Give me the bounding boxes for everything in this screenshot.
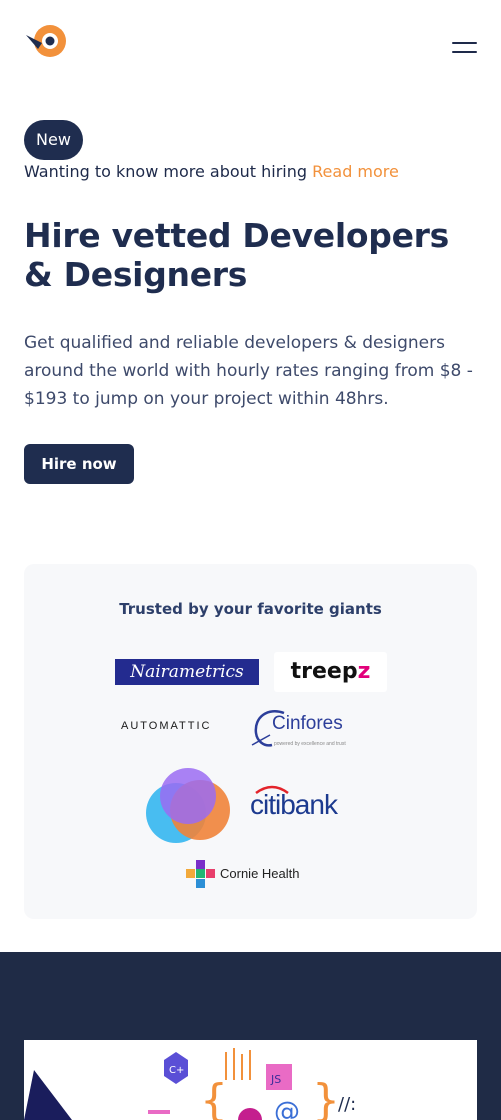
code-illustration: C+ { JS @ } //: — [24, 1040, 477, 1120]
treepz-logo-z: z — [357, 659, 371, 684]
cplus-hex-icon: C+ — [169, 1065, 184, 1076]
page-title: Hire vetted Developers & Designers — [24, 216, 449, 294]
cornie-health-logo: Cornie Health — [186, 860, 316, 888]
hamburger-menu-icon[interactable] — [450, 32, 480, 58]
menu-line-icon — [452, 51, 477, 53]
slashes-icon: //: — [338, 1094, 356, 1115]
cinfores-tagline: powered by excellence and trust — [274, 741, 346, 747]
trusted-by-card: Trusted by your favorite giants Nairamet… — [24, 564, 477, 919]
treepz-logo-text: treep — [290, 659, 358, 684]
nairametrics-logo: Nairametrics — [115, 659, 259, 685]
brand-logo-icon[interactable] — [24, 23, 70, 59]
automattic-logo: AUTOMATTIC — [121, 720, 212, 732]
cinfores-logo: Cinfores powered by excellence and trust — [250, 707, 384, 753]
hiring-notice: Wanting to know more about hiring Read m… — [24, 162, 399, 181]
treepz-logo: treepz — [274, 652, 387, 692]
dark-showcase-section: C+ { JS @ } //: — [0, 952, 501, 1120]
citi-arc-icon — [255, 785, 289, 794]
cinfores-logo-text: Cinfores — [272, 713, 343, 734]
svg-text:}: } — [312, 1075, 340, 1120]
read-more-link[interactable]: Read more — [312, 162, 399, 181]
citibank-logo: citibank — [250, 785, 362, 820]
at-symbol-icon: @ — [274, 1097, 300, 1120]
hero-description: Get qualified and reliable developers & … — [24, 333, 473, 409]
menu-line-icon — [452, 42, 477, 44]
js-square-icon: JS — [270, 1073, 281, 1086]
svg-text:{: { — [200, 1075, 228, 1120]
top-navigation — [0, 0, 501, 90]
overlapping-circles-logo — [138, 768, 236, 844]
new-badge: New — [24, 120, 83, 160]
cornie-health-text: Cornie Health — [220, 866, 300, 881]
cornie-health-icon — [186, 860, 215, 888]
code-illustration-banner: C+ { JS @ } //: — [24, 1040, 477, 1120]
hire-now-button[interactable]: Hire now — [24, 444, 134, 484]
notice-text: Wanting to know more about hiring — [24, 162, 308, 181]
trusted-title: Trusted by your favorite giants — [119, 600, 382, 618]
